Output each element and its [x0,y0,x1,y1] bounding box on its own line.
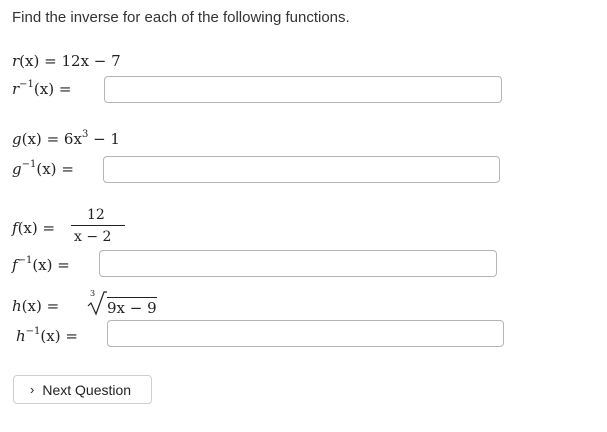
root-index: 3 [90,289,96,298]
problem-2-function: g(x) = 6x3 − 1 [12,129,120,148]
problem-3-inverse-label: f−1(x) = [12,255,70,274]
answer-input-h-inverse[interactable] [107,320,504,347]
problem-4-function-label: h(x) = [12,297,60,315]
fraction-denominator: x − 2 [74,229,112,245]
next-question-label: Next Question [42,381,132,398]
problem-3-function-label: f(x) = [12,219,56,237]
answer-input-g-inverse[interactable] [103,156,500,183]
problem-4-inverse-label: h−1(x) = [16,326,78,345]
problem-1-inverse-label: r−1(x) = [12,79,72,98]
next-question-button[interactable]: › Next Question [13,375,152,404]
fraction-bar [71,225,125,226]
chevron-right-icon: › [30,382,35,397]
answer-input-f-inverse[interactable] [99,250,497,277]
problem-2-inverse-label: g−1(x) = [12,159,74,178]
instructions: Find the inverse for each of the followi… [12,9,350,26]
fraction-numerator: 12 [87,207,105,223]
problem-1-function: r(x) = 12x − 7 [12,52,121,70]
radicand: 9x − 9 [107,297,157,317]
answer-input-r-inverse[interactable] [104,76,502,103]
